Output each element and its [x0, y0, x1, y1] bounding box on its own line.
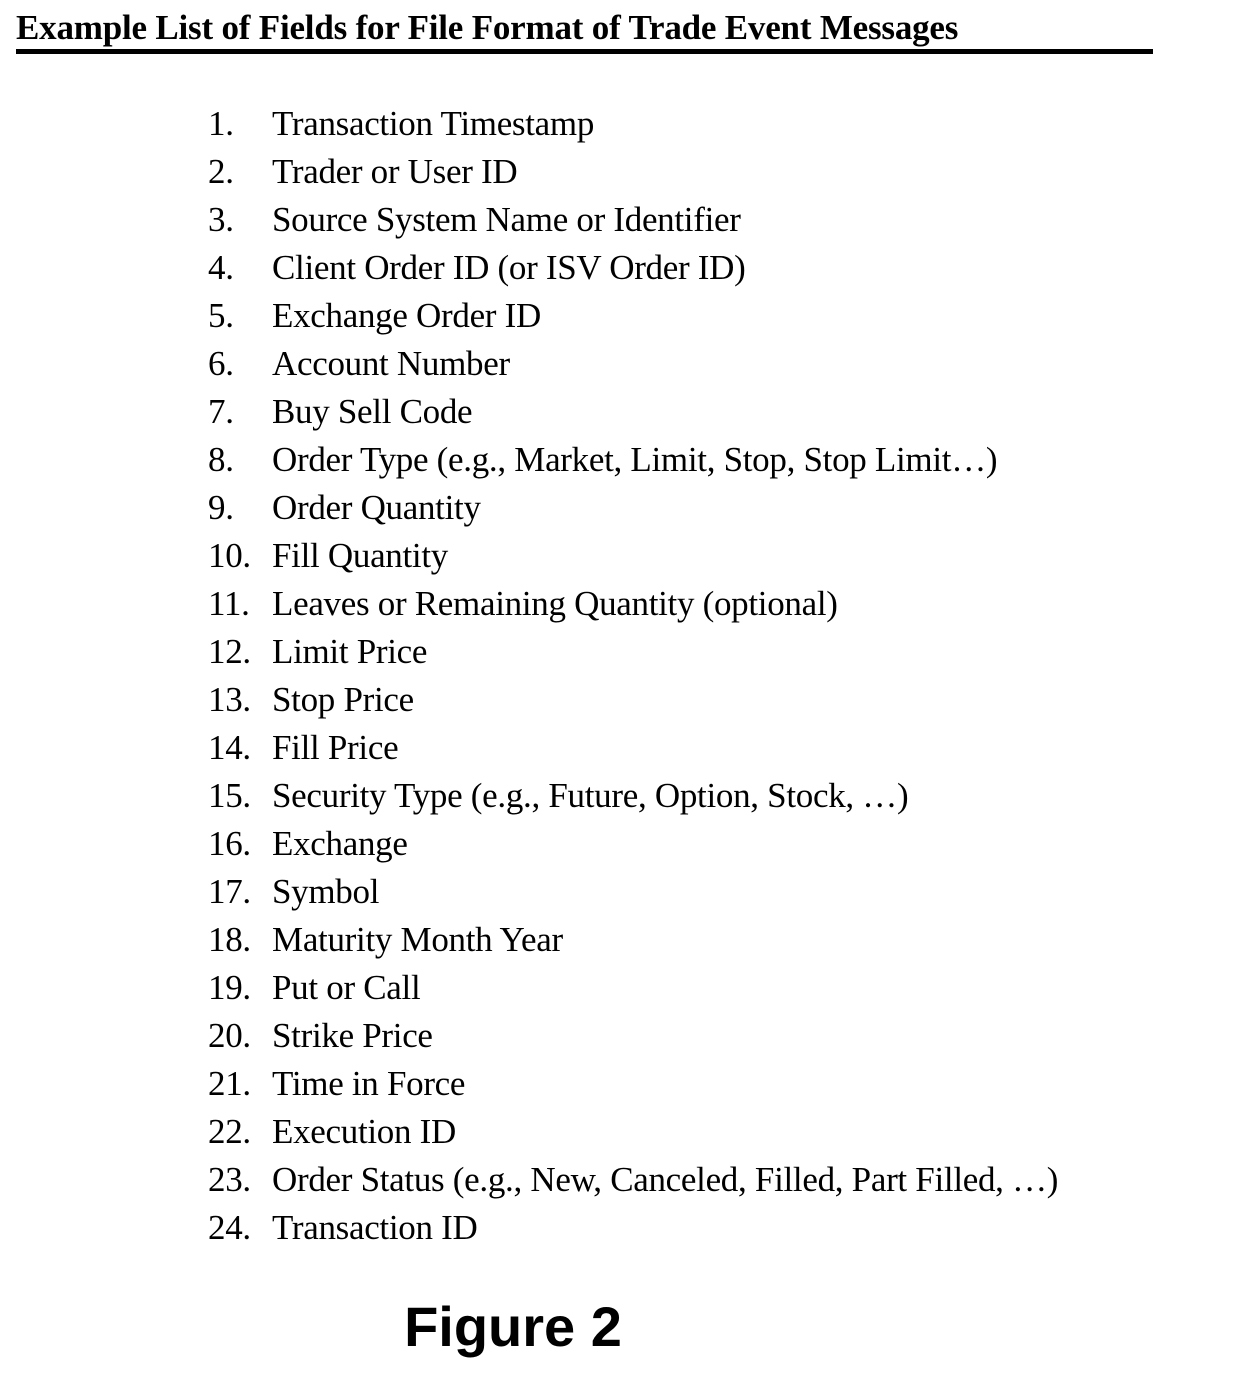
list-item: 13. Stop Price [208, 676, 1232, 724]
list-item-label: Transaction Timestamp [272, 104, 595, 143]
list-item-number: 19. [208, 968, 251, 1007]
list-item: 10. Fill Quantity [208, 532, 1232, 580]
list-item: 17. Symbol [208, 868, 1232, 916]
list-item-label: Strike Price [272, 1016, 433, 1055]
list-item-number: 16. [208, 824, 251, 863]
list-item-label: Time in Force [272, 1064, 466, 1103]
list-item-label: Buy Sell Code [272, 392, 473, 431]
list-item: 5. Exchange Order ID [208, 292, 1232, 340]
list-item-number: 7. [208, 392, 234, 431]
list-item-number: 13. [208, 680, 251, 719]
list-item-number: 2. [208, 152, 234, 191]
list-item-label: Order Quantity [272, 488, 481, 527]
list-item: 8. Order Type (e.g., Market, Limit, Stop,… [208, 436, 1232, 484]
list-item-label: Trader or User ID [272, 152, 518, 191]
list-item: 2. Trader or User ID [208, 148, 1232, 196]
list-item: 11. Leaves or Remaining Quantity (optiona… [208, 580, 1232, 628]
list-item-number: 17. [208, 872, 251, 911]
list-item-number: 3. [208, 200, 234, 239]
list-item-number: 21. [208, 1064, 251, 1103]
field-list: 1. Transaction Timestamp 2. Trader or User … [208, 100, 1232, 1252]
list-item-label: Fill Quantity [272, 536, 448, 575]
list-item-number: 22. [208, 1112, 251, 1151]
list-item: 14. Fill Price [208, 724, 1232, 772]
list-item-label: Symbol [272, 872, 380, 911]
list-item: 6. Account Number [208, 340, 1232, 388]
title-underline-rule [16, 49, 1153, 54]
list-item: 24. Transaction ID [208, 1204, 1232, 1252]
list-item: 19. Put or Call [208, 964, 1232, 1012]
list-item-label: Limit Price [272, 632, 428, 671]
list-item-number: 5. [208, 296, 234, 335]
list-item-label: Transaction ID [272, 1208, 478, 1247]
list-item: 7. Buy Sell Code [208, 388, 1232, 436]
figure-page: Example List of Fields for File Format o… [0, 0, 1240, 1374]
figure-caption: Figure 2 [404, 1295, 622, 1358]
list-item-number: 8. [208, 440, 234, 479]
list-item-label: Order Status (e.g., New, Canceled, Fille… [272, 1160, 1059, 1199]
list-item-number: 10. [208, 536, 251, 575]
list-item: 21. Time in Force [208, 1060, 1232, 1108]
list-item: 4. Client Order ID (or ISV Order ID) [208, 244, 1232, 292]
list-item-number: 20. [208, 1016, 251, 1055]
list-item: 3. Source System Name or Identifier [208, 196, 1232, 244]
list-item-label: Security Type (e.g., Future, Option, Sto… [272, 776, 909, 815]
list-item-label: Order Type (e.g., Market, Limit, Stop, S… [272, 440, 998, 479]
list-item-label: Exchange [272, 824, 408, 863]
list-item-number: 14. [208, 728, 251, 767]
list-item-label: Put or Call [272, 968, 421, 1007]
list-item-label: Client Order ID (or ISV Order ID) [272, 248, 746, 287]
list-item-label: Fill Price [272, 728, 399, 767]
list-item-label: Source System Name or Identifier [272, 200, 741, 239]
list-item-number: 23. [208, 1160, 251, 1199]
list-item-number: 12. [208, 632, 251, 671]
list-item-label: Execution ID [272, 1112, 456, 1151]
list-item: 22. Execution ID [208, 1108, 1232, 1156]
list-item-number: 4. [208, 248, 234, 287]
page-title: Example List of Fields for File Format o… [16, 8, 959, 47]
list-item: 1. Transaction Timestamp [208, 100, 1232, 148]
list-item-label: Maturity Month Year [272, 920, 563, 959]
list-item-number: 24. [208, 1208, 251, 1247]
list-item-label: Stop Price [272, 680, 414, 719]
list-item: 9. Order Quantity [208, 484, 1232, 532]
list-item-label: Account Number [272, 344, 510, 383]
list-item: 15. Security Type (e.g., Future, Option, … [208, 772, 1232, 820]
list-item: 12. Limit Price [208, 628, 1232, 676]
list-item: 18. Maturity Month Year [208, 916, 1232, 964]
list-item-label: Exchange Order ID [272, 296, 541, 335]
list-item: 20. Strike Price [208, 1012, 1232, 1060]
list-item-number: 11. [208, 584, 250, 623]
list-item-number: 1. [208, 104, 234, 143]
list-item-number: 18. [208, 920, 251, 959]
list-item: 23. Order Status (e.g., New, Canceled, Fi… [208, 1156, 1232, 1204]
list-item: 16. Exchange [208, 820, 1232, 868]
list-item-number: 15. [208, 776, 251, 815]
list-item-number: 6. [208, 344, 234, 383]
list-item-number: 9. [208, 488, 234, 527]
list-item-label: Leaves or Remaining Quantity (optional) [272, 584, 838, 623]
